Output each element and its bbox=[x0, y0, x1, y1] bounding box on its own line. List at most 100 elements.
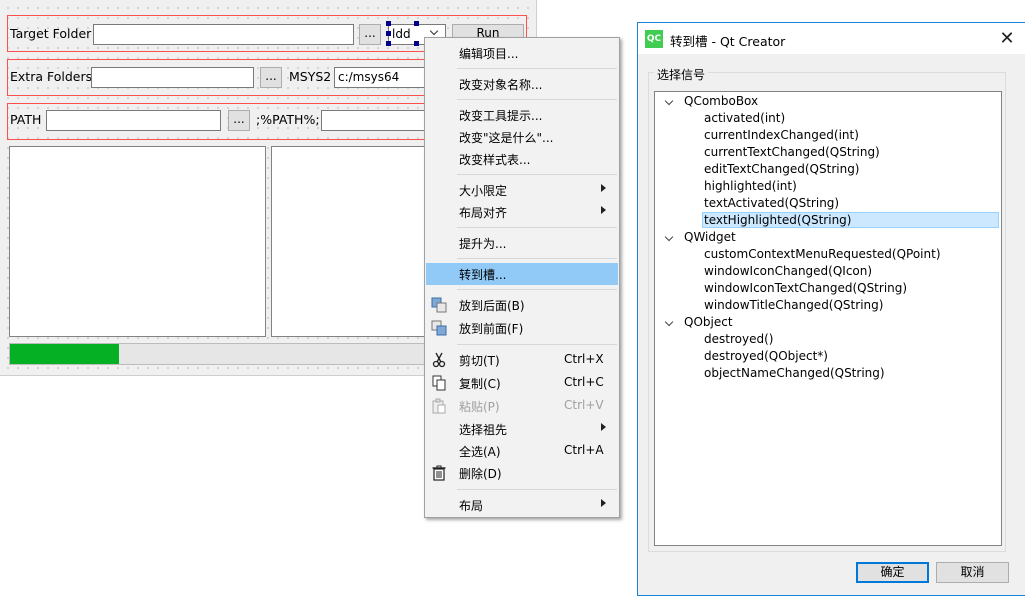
copy-icon bbox=[432, 375, 446, 391]
extra-folders-input[interactable] bbox=[91, 67, 254, 88]
menu-item-delete[interactable]: 删除(D) bbox=[426, 462, 618, 484]
menu-separator bbox=[457, 227, 617, 228]
progress-bar-fill bbox=[10, 344, 119, 364]
chevron-down-icon[interactable] bbox=[664, 317, 674, 327]
submenu-arrow-icon bbox=[601, 499, 606, 507]
signal-item[interactable]: highlighted(int) bbox=[656, 178, 1002, 195]
signal-label: highlighted(int) bbox=[704, 179, 797, 193]
menu-separator bbox=[457, 344, 617, 345]
path-browse-button[interactable]: ... bbox=[228, 110, 250, 131]
signal-item[interactable]: activated(int) bbox=[656, 110, 1002, 127]
menu-separator bbox=[457, 489, 617, 490]
menu-item-select-ancestor[interactable]: 选择祖先 bbox=[426, 418, 618, 440]
selection-handle[interactable] bbox=[414, 21, 419, 26]
submenu-arrow-icon bbox=[601, 423, 606, 431]
menu-item-size-constraints[interactable]: 大小限定 bbox=[426, 179, 618, 201]
menu-item-send-to-back[interactable]: 放到后面(B) bbox=[426, 294, 618, 316]
close-icon[interactable]: ✕ bbox=[992, 26, 1022, 52]
qt-creator-icon: QC bbox=[645, 30, 663, 48]
signal-item[interactable]: windowIconChanged(QIcon) bbox=[656, 263, 1002, 280]
extra-folders-label: Extra Folders bbox=[10, 69, 93, 84]
signal-item[interactable]: textHighlighted(QString) bbox=[656, 212, 1002, 229]
menu-separator bbox=[457, 68, 617, 69]
menu-item-paste: 粘贴(P) Ctrl+V bbox=[426, 395, 618, 417]
signal-label: windowTitleChanged(QString) bbox=[704, 298, 884, 312]
selection-handle[interactable] bbox=[386, 31, 391, 36]
chevron-down-icon[interactable] bbox=[664, 96, 674, 106]
signal-item[interactable]: currentTextChanged(QString) bbox=[656, 144, 1002, 161]
selection-handle[interactable] bbox=[414, 41, 419, 46]
path-input[interactable] bbox=[46, 110, 221, 131]
signal-label: currentTextChanged(QString) bbox=[704, 145, 880, 159]
signal-item[interactable]: destroyed() bbox=[656, 331, 1002, 348]
signal-tree[interactable]: QComboBox activated(int) currentIndexChang… bbox=[654, 91, 1002, 546]
menu-item-layout-alignment[interactable]: 布局对齐 bbox=[426, 201, 618, 223]
menu-item-bring-to-front[interactable]: 放到前面(F) bbox=[426, 317, 618, 339]
submenu-arrow-icon bbox=[601, 206, 606, 214]
tree-node-label: QComboBox bbox=[684, 94, 759, 108]
tree-node-qwidget[interactable]: QWidget bbox=[656, 229, 1002, 246]
target-folder-label: Target Folder bbox=[10, 26, 92, 41]
menu-item-go-to-slot[interactable]: 转到槽... bbox=[426, 263, 618, 285]
context-menu: 编辑项目... 改变对象名称... 改变工具提示... 改变"这是什么"... … bbox=[424, 37, 620, 518]
right-list-panel[interactable] bbox=[271, 146, 425, 337]
signal-label: currentIndexChanged(int) bbox=[704, 128, 859, 142]
extra-browse-button[interactable]: ... bbox=[260, 67, 282, 88]
signal-label: windowIconTextChanged(QString) bbox=[704, 281, 908, 295]
tree-node-qobject[interactable]: QObject bbox=[656, 314, 1002, 331]
tree-node-label: QObject bbox=[684, 315, 733, 329]
menu-item-copy[interactable]: 复制(C) Ctrl+C bbox=[426, 372, 618, 394]
chevron-down-icon[interactable] bbox=[664, 232, 674, 242]
signal-label: editTextChanged(QString) bbox=[704, 162, 860, 176]
signal-group-title: 选择信号 bbox=[654, 66, 709, 83]
menu-item-layout[interactable]: 布局 bbox=[426, 494, 618, 516]
ok-button[interactable]: 确定 bbox=[856, 562, 929, 583]
left-list-panel[interactable] bbox=[9, 146, 266, 337]
tree-node-qcombobox[interactable]: QComboBox bbox=[656, 93, 1002, 110]
signal-item[interactable]: currentIndexChanged(int) bbox=[656, 127, 1002, 144]
menu-item-change-object-name[interactable]: 改变对象名称... bbox=[426, 73, 618, 95]
signal-item[interactable]: editTextChanged(QString) bbox=[656, 161, 1002, 178]
msys2-label: MSYS2 bbox=[289, 69, 332, 84]
signal-label: destroyed(QObject*) bbox=[704, 349, 828, 363]
menu-item-select-all[interactable]: 全选(A) Ctrl+A bbox=[426, 440, 618, 462]
signal-item[interactable]: windowIconTextChanged(QString) bbox=[656, 280, 1002, 297]
selection-handle[interactable] bbox=[386, 41, 391, 46]
dialog-title: 转到槽 - Qt Creator bbox=[670, 34, 786, 49]
signal-item[interactable]: destroyed(QObject*) bbox=[656, 348, 1002, 365]
paste-icon bbox=[432, 398, 446, 414]
signal-item[interactable]: windowTitleChanged(QString) bbox=[656, 297, 1002, 314]
signal-item[interactable]: objectNameChanged(QString) bbox=[656, 365, 1002, 382]
menu-item-promote-to[interactable]: 提升为... bbox=[426, 232, 618, 254]
signal-label: destroyed() bbox=[704, 332, 774, 346]
signal-item[interactable]: customContextMenuRequested(QPoint) bbox=[656, 246, 1002, 263]
msys2-input[interactable]: c:/msys64 bbox=[334, 67, 424, 88]
signal-label: textActivated(QString) bbox=[704, 196, 840, 210]
tool-combobox-value: ldd bbox=[392, 27, 411, 41]
signal-label: objectNameChanged(QString) bbox=[704, 366, 885, 380]
menu-item-change-whats-this[interactable]: 改变"这是什么"... bbox=[426, 126, 618, 148]
menu-separator bbox=[457, 258, 617, 259]
bring-to-front-icon bbox=[431, 320, 447, 336]
signal-item[interactable]: textActivated(QString) bbox=[656, 195, 1002, 212]
menu-item-edit-items[interactable]: 编辑项目... bbox=[426, 42, 618, 64]
menu-item-change-tooltip[interactable]: 改变工具提示... bbox=[426, 104, 618, 126]
menu-separator bbox=[457, 174, 617, 175]
cancel-button[interactable]: 取消 bbox=[936, 562, 1009, 583]
target-folder-input[interactable] bbox=[93, 24, 354, 45]
target-browse-button[interactable]: ... bbox=[359, 24, 381, 45]
scissors-icon bbox=[432, 352, 446, 368]
path-suffix-input[interactable] bbox=[321, 110, 424, 131]
menu-separator bbox=[457, 289, 617, 290]
signal-label: windowIconChanged(QIcon) bbox=[704, 264, 873, 278]
dialog-titlebar[interactable]: QC 转到槽 - Qt Creator ✕ bbox=[638, 23, 1025, 54]
menu-separator bbox=[457, 99, 617, 100]
tree-node-label: QWidget bbox=[684, 230, 736, 244]
go-to-slot-dialog: QC 转到槽 - Qt Creator ✕ 选择信号 QComboBox acti… bbox=[637, 22, 1025, 596]
signal-label: customContextMenuRequested(QPoint) bbox=[704, 247, 941, 261]
selection-handle[interactable] bbox=[386, 21, 391, 26]
menu-item-change-stylesheet[interactable]: 改变样式表... bbox=[426, 148, 618, 170]
submenu-arrow-icon bbox=[601, 184, 606, 192]
trash-icon bbox=[432, 465, 446, 481]
menu-item-cut[interactable]: 剪切(T) Ctrl+X bbox=[426, 349, 618, 371]
